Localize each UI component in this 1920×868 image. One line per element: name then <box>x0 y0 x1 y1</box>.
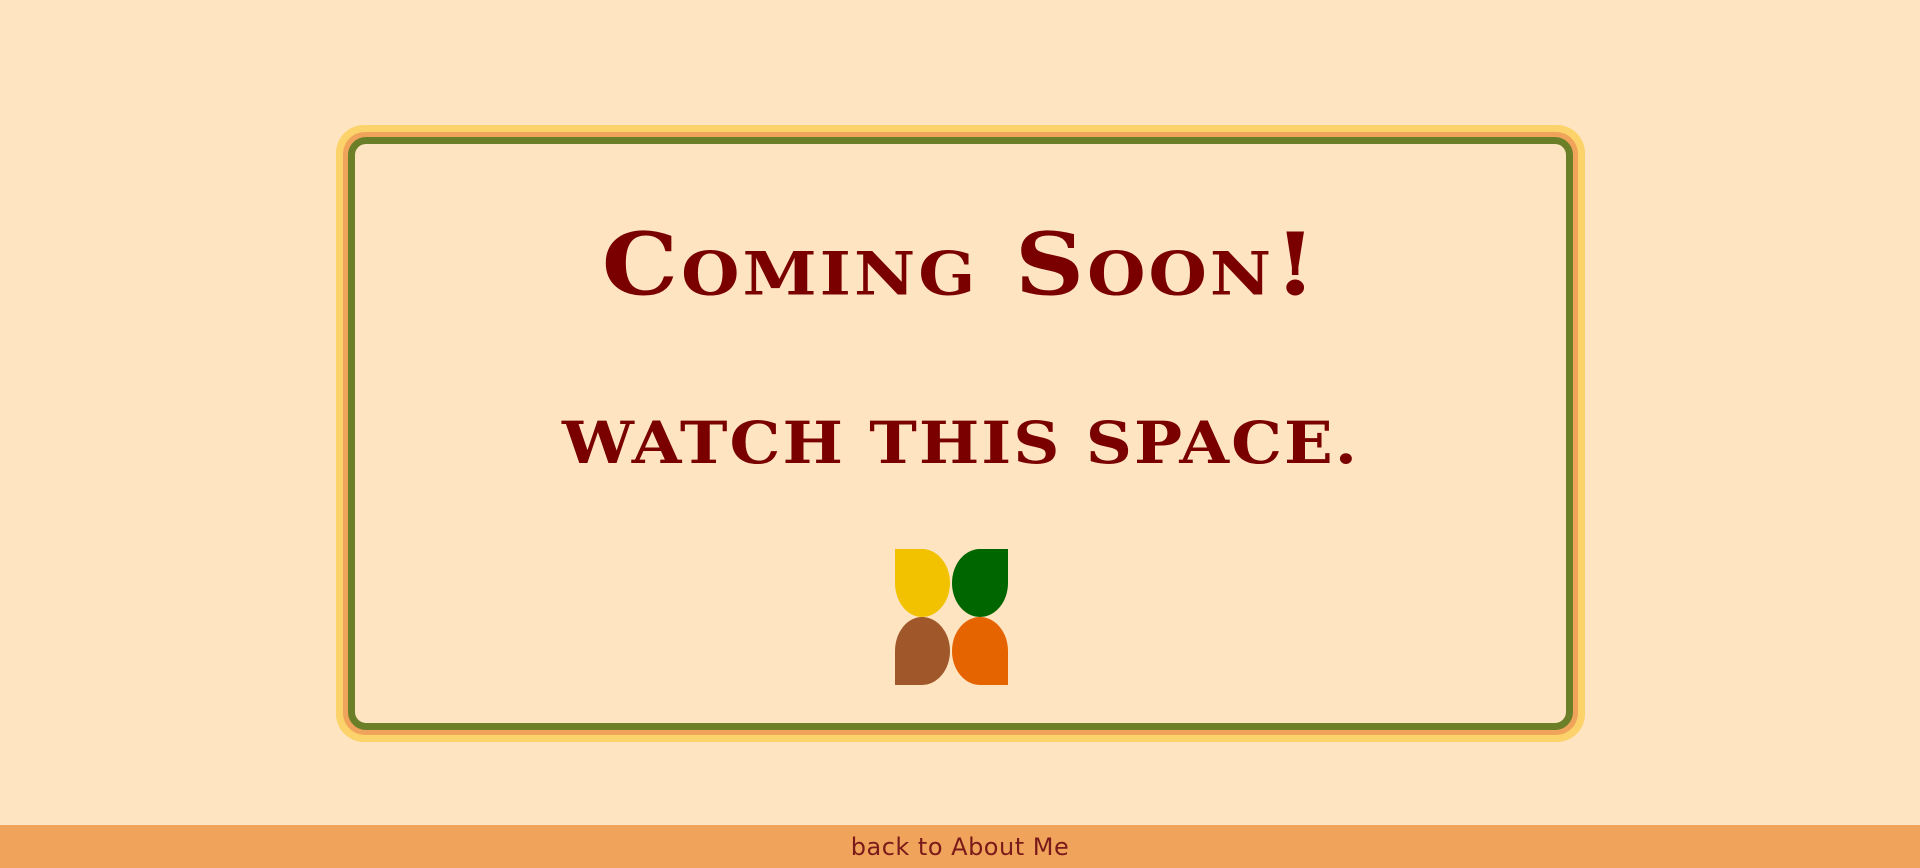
frame-panel: Coming Soon! watch this space. <box>348 137 1573 730</box>
back-to-about-link[interactable]: back to About Me <box>851 833 1069 861</box>
footer-bar: back to About Me <box>0 825 1920 868</box>
logo-leaf-top-right <box>952 549 1008 617</box>
logo-leaf-bottom-left <box>895 617 950 685</box>
logo-leaf-bottom-right <box>952 617 1008 685</box>
frame-border-orange: Coming Soon! watch this space. <box>343 132 1578 735</box>
page-title: Coming Soon! <box>601 213 1320 316</box>
logo-leaf-top-left <box>895 549 950 617</box>
page-subtitle: watch this space. <box>561 409 1360 478</box>
coming-soon-frame: Coming Soon! watch this space. <box>336 125 1585 742</box>
four-leaf-logo-icon <box>895 549 1008 685</box>
